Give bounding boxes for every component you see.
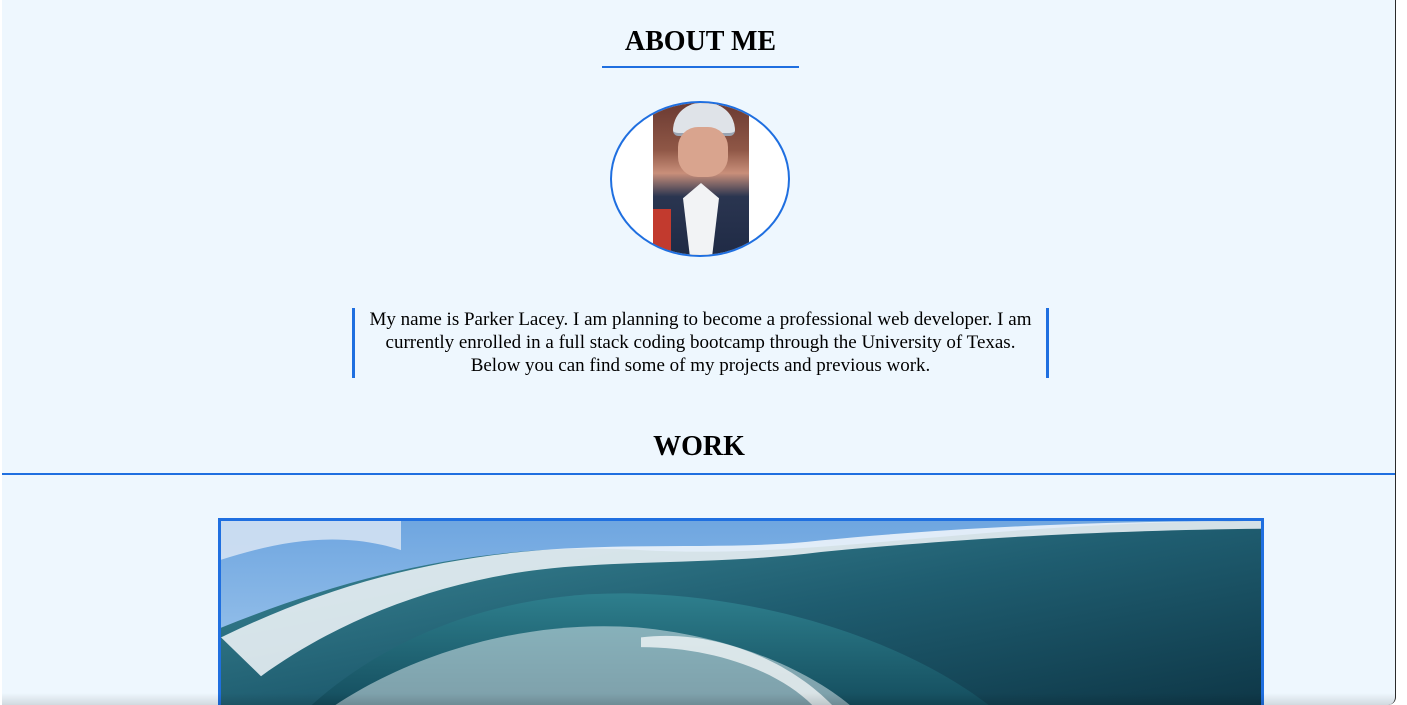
- face-shape: [678, 127, 728, 177]
- work-project-image[interactable]: [218, 518, 1264, 705]
- bio-paragraph: My name is Parker Lacey. I am planning t…: [352, 308, 1049, 378]
- bottom-shadow: [2, 693, 1395, 705]
- work-divider: [2, 473, 1395, 475]
- work-heading: WORK: [653, 431, 745, 462]
- wave-image: [221, 521, 1261, 705]
- shirt-shape: [683, 183, 719, 255]
- profile-photo: [653, 103, 749, 255]
- page-window: ABOUT ME My name is Parker Lacey. I am p…: [0, 0, 1396, 705]
- profile-avatar: [610, 101, 790, 257]
- about-me-heading: ABOUT ME: [602, 23, 799, 68]
